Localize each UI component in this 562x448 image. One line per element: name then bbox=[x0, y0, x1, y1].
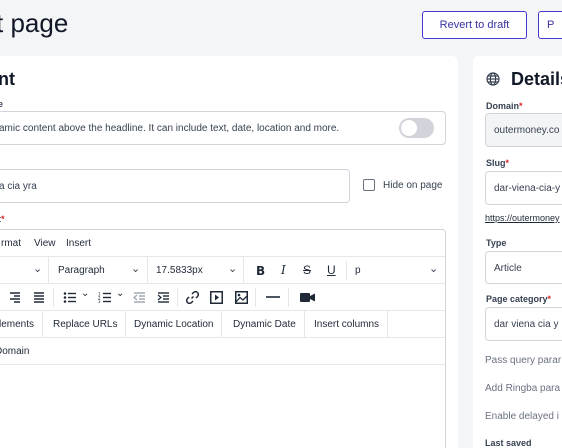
revert-to-draft-button[interactable]: Revert to draft bbox=[422, 11, 527, 39]
indent-icon[interactable] bbox=[157, 292, 170, 303]
chevron-down-icon: ⌄ bbox=[33, 263, 43, 275]
italic-icon[interactable]: I bbox=[281, 263, 286, 277]
menu-insert[interactable]: Insert bbox=[66, 238, 91, 249]
tag-select-value: p bbox=[355, 265, 361, 276]
type-value: Article bbox=[494, 263, 522, 274]
page-title: t page bbox=[0, 8, 69, 38]
pre-headline-label: e bbox=[0, 99, 4, 109]
hide-on-page-checkbox[interactable] bbox=[363, 179, 375, 191]
underline-icon[interactable]: U bbox=[327, 263, 336, 277]
editor-toolbar-row-1: ⌄ Paragraph ⌄ 17.5833px ⌄ B I S U p ⌄ bbox=[0, 257, 445, 284]
block-format-select[interactable]: Paragraph ⌄ bbox=[49, 257, 148, 284]
video-icon[interactable] bbox=[300, 293, 315, 302]
svg-text:3: 3 bbox=[98, 299, 101, 303]
content-heading: nt bbox=[0, 69, 15, 89]
dynamic-date-button[interactable]: Dynamic Date bbox=[225, 311, 305, 338]
page-category-select[interactable]: dar viena cia y bbox=[485, 307, 562, 341]
domain-value: outermoney.co bbox=[494, 125, 560, 136]
slug-input[interactable]: dar-viena-cia-y bbox=[485, 171, 562, 205]
justify-icon[interactable] bbox=[33, 292, 45, 303]
domain-field[interactable]: outermoney.co bbox=[485, 113, 562, 147]
media-icon[interactable] bbox=[210, 291, 223, 304]
bullet-list-icon[interactable] bbox=[63, 292, 77, 303]
font-size-value: 17.5833px bbox=[156, 265, 203, 276]
last-saved-label: Last saved bbox=[485, 438, 532, 448]
editor-toolbar-row-4: Domain bbox=[0, 338, 445, 365]
body-label: t* bbox=[0, 214, 5, 224]
type-label: Type bbox=[486, 238, 507, 248]
font-family-select[interactable]: ⌄ bbox=[0, 257, 49, 284]
chevron-down-icon[interactable]: ⌄ bbox=[81, 288, 89, 299]
title-input-value: a cia yra bbox=[0, 181, 37, 192]
editor-content-area[interactable] bbox=[0, 366, 445, 448]
page-category-label: Page category* bbox=[486, 294, 552, 304]
numbered-list-icon[interactable]: 123 bbox=[98, 292, 112, 303]
pre-headline-toggle[interactable] bbox=[399, 118, 434, 138]
rich-text-editor: rmat View Insert ⌄ Paragraph ⌄ 17.5833px… bbox=[0, 229, 446, 448]
globe-icon bbox=[486, 72, 500, 86]
image-icon[interactable] bbox=[235, 291, 248, 304]
title-input[interactable]: a cia yra bbox=[0, 169, 350, 203]
type-select[interactable]: Article bbox=[485, 251, 562, 284]
pre-headline-text: amic content above the headline. It can … bbox=[0, 123, 340, 134]
menu-view[interactable]: View bbox=[34, 238, 56, 249]
chevron-down-icon[interactable]: ⌄ bbox=[116, 288, 124, 299]
block-format-value: Paragraph bbox=[58, 265, 105, 276]
dynamic-location-button[interactable]: Dynamic Location bbox=[126, 311, 223, 338]
publish-button[interactable]: P bbox=[538, 11, 562, 39]
pre-headline-field[interactable]: amic content above the headline. It can … bbox=[0, 111, 446, 145]
tag-select[interactable]: p ⌄ bbox=[347, 257, 445, 284]
page-category-value: dar viena cia y bbox=[494, 319, 559, 330]
link-icon[interactable] bbox=[186, 291, 199, 304]
details-heading: Details bbox=[511, 69, 562, 89]
align-right-icon[interactable] bbox=[9, 292, 21, 303]
bold-icon[interactable]: B bbox=[256, 264, 265, 278]
chevron-down-icon: ⌄ bbox=[228, 263, 238, 275]
replace-urls-button[interactable]: Replace URLs bbox=[45, 311, 127, 338]
elements-button[interactable]: lements bbox=[0, 311, 44, 338]
editor-menubar: rmat View Insert bbox=[0, 230, 445, 257]
slug-value: dar-viena-cia-y bbox=[494, 183, 561, 194]
chevron-down-icon: ⌄ bbox=[131, 263, 141, 275]
chevron-down-icon: ⌄ bbox=[429, 263, 439, 275]
editor-toolbar-row-3: lements Replace URLs Dynamic Location Dy… bbox=[0, 311, 445, 338]
outdent-icon[interactable] bbox=[133, 292, 146, 303]
insert-columns-button[interactable]: Insert columns bbox=[306, 311, 389, 338]
slug-label: Slug* bbox=[486, 158, 510, 168]
domain-label: Domain* bbox=[486, 101, 523, 111]
enable-delayed-option[interactable]: Enable delayed i bbox=[485, 411, 559, 422]
menu-format[interactable]: rmat bbox=[1, 238, 21, 249]
strikethrough-icon[interactable]: S bbox=[303, 263, 311, 277]
horizontal-rule-icon[interactable] bbox=[266, 296, 280, 298]
page-url-link[interactable]: https://outermoney bbox=[485, 213, 560, 223]
pass-query-params-option[interactable]: Pass query parar bbox=[485, 355, 561, 366]
add-ringba-params-option[interactable]: Add Ringba para bbox=[485, 383, 560, 394]
editor-toolbar-row-2: ⌄ 123 ⌄ bbox=[0, 284, 445, 311]
hide-on-page-label: Hide on page bbox=[383, 180, 443, 191]
domain-button[interactable]: Domain bbox=[0, 338, 37, 365]
font-size-select[interactable]: 17.5833px ⌄ bbox=[148, 257, 244, 284]
